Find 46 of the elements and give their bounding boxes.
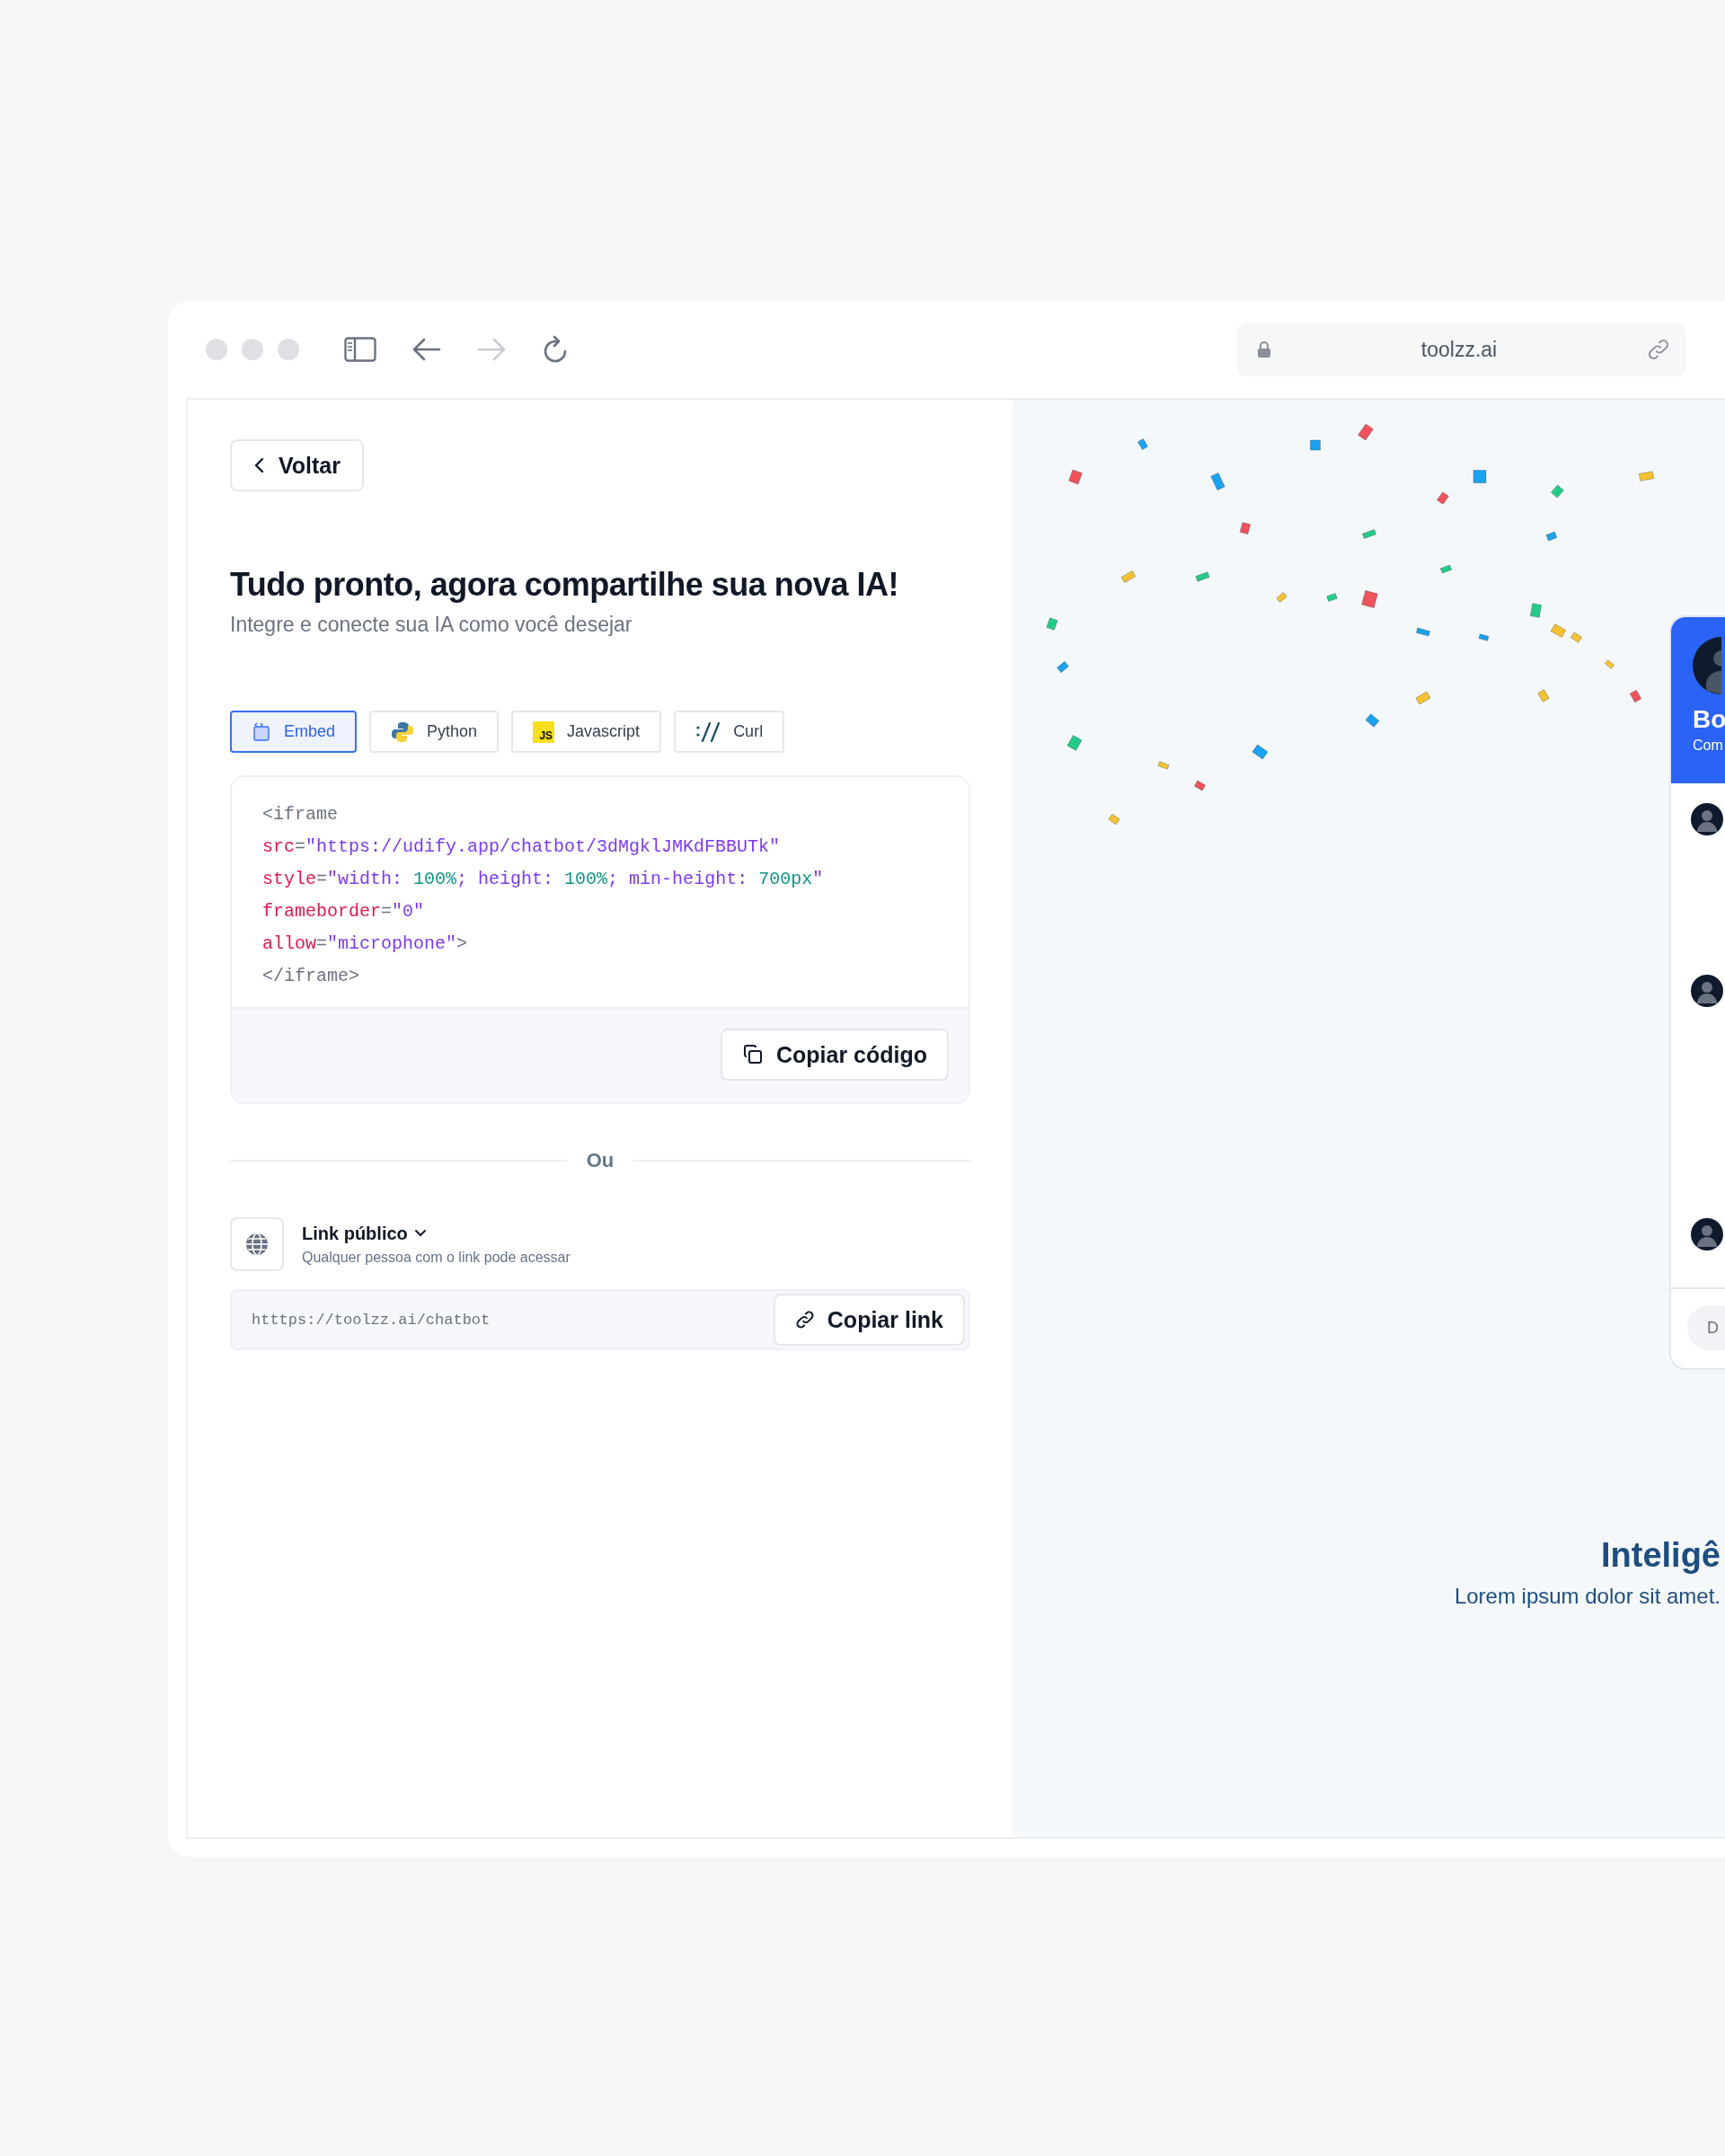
copy-icon	[741, 1044, 764, 1065]
code-line: style="width: 100%; height: 100%; min-height: 700px"	[262, 868, 825, 891]
back-arrow-icon[interactable]	[412, 338, 441, 361]
reload-icon[interactable]	[542, 335, 569, 364]
link-field[interactable]: htttps://toolzz.ai/chatbot Copiar link	[230, 1289, 970, 1350]
code-tab[interactable]: JS Javascript	[511, 711, 662, 753]
js-badge: JS	[533, 720, 555, 743]
preview-tagline: Lorem ipsum dolor sit amet.	[1453, 1584, 1721, 1609]
code-line: src="https://udify.app/chatbot/3dMgklJMKdFBBUTk"	[262, 835, 782, 859]
code-line: allow="microphone">	[262, 932, 469, 956]
copy-link-button[interactable]: Copiar link	[773, 1294, 965, 1346]
globe-icon	[230, 1217, 284, 1271]
link-icon	[794, 1310, 815, 1330]
code-line: <iframe	[262, 803, 339, 826]
avatar	[1691, 1218, 1723, 1250]
chevron-down-icon[interactable]	[412, 1228, 428, 1239]
forward-arrow-icon[interactable]	[477, 338, 506, 361]
link-icon[interactable]	[1647, 338, 1670, 361]
embed-icon	[252, 721, 271, 742]
code-tab[interactable]: Python	[369, 711, 500, 753]
sidebar-icon[interactable]	[344, 337, 376, 362]
copy-code-button[interactable]: Copiar código	[720, 1029, 949, 1081]
chat-title: Bo	[1693, 705, 1725, 734]
chevron-left-icon	[253, 456, 266, 474]
curl-icon	[695, 720, 721, 743]
code-line: frameborder="0"	[262, 900, 426, 923]
avatar	[1691, 803, 1723, 835]
link-visibility-dropdown[interactable]: Link público	[302, 1223, 408, 1244]
code-tab[interactable]: Curl	[674, 711, 785, 753]
link-description: Qualquer pessoa com o link pode acessar	[302, 1249, 571, 1266]
page-subtitle: Integre e conecte sua IA como você desejar	[230, 613, 633, 637]
page-title: Tudo pronto, agora compartilhe sua nova IA!	[230, 566, 899, 604]
chat-subtitle: Com	[1693, 738, 1724, 754]
divider-label: Ou	[586, 1149, 615, 1172]
avatar	[1691, 637, 1721, 694]
preview-headline: Inteligê	[1599, 1536, 1721, 1575]
code-tab[interactable]: Embed	[230, 711, 358, 753]
code-line: </iframe>	[262, 965, 361, 988]
link-url: htttps://toolzz.ai/chatbot	[252, 1311, 491, 1329]
url-text: toolzz.ai	[1420, 337, 1499, 362]
avatar	[1691, 975, 1723, 1007]
lock-icon	[1257, 340, 1271, 358]
address-bar[interactable]: toolzz.ai	[1237, 323, 1686, 376]
message-field[interactable]: D	[1687, 1305, 1725, 1350]
python-icon	[391, 720, 415, 744]
back-button[interactable]: Voltar	[230, 439, 364, 491]
